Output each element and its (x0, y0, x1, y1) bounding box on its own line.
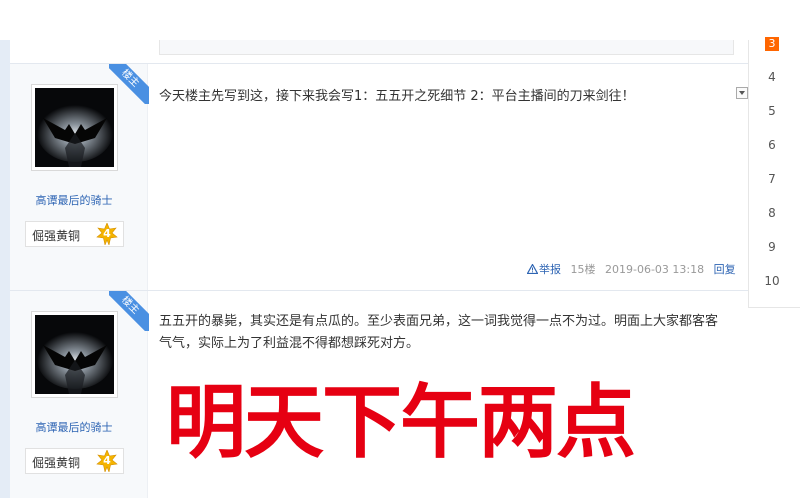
post-content: 今天楼主先写到这，接下来我会写1：五五开之死细节 2：平台主播间的刀来剑往！ (159, 89, 635, 104)
avatar-image (35, 88, 114, 167)
louzhu-ribbon: 楼主 (109, 64, 149, 104)
ribbon-label: 楼主 (109, 291, 149, 331)
post-content: 五五开的暴毙，其实还是有点瓜的。至少表面兄弟，这一词我觉得一点不为过。明面上大家… (159, 314, 719, 351)
louzhu-ribbon: 楼主 (109, 291, 149, 331)
badge-level-number: 4 (103, 227, 111, 240)
ribbon-label: 楼主 (109, 64, 149, 104)
report-label: 举报 (539, 263, 561, 276)
avatar-image (35, 315, 114, 394)
page-link-9[interactable]: 9 (764, 240, 780, 254)
avatar[interactable] (31, 311, 118, 398)
page-link-5[interactable]: 5 (764, 104, 780, 118)
reply-link[interactable]: 回复 (714, 263, 736, 276)
post-date: 2019-06-03 13:18 (605, 263, 705, 276)
prev-post-content-box (159, 40, 734, 55)
badge-level-icon: 4 (96, 222, 118, 247)
username-link[interactable]: 高谭最后的骑士 (10, 192, 138, 208)
user-level-badge[interactable]: 倔强黄铜 4 (25, 221, 124, 247)
badge-name: 倔强黄铜 (32, 229, 81, 243)
badge-name: 倔强黄铜 (32, 456, 81, 470)
post-floor-15: 高谭最后的骑士 倔强黄铜 4 楼主 今天楼主先写到这，接下来我会写1：五五开之死… (10, 64, 748, 291)
overlay-caption: 明天下午两点 (166, 376, 636, 469)
post-menu-dropdown[interactable] (736, 87, 748, 99)
floor-number: 15楼 (570, 263, 596, 276)
avatar[interactable] (31, 84, 118, 171)
user-level-badge[interactable]: 倔强黄铜 4 (25, 448, 124, 474)
page-link-8[interactable]: 8 (764, 206, 780, 220)
left-side-strip (0, 40, 10, 498)
page-link-6[interactable]: 6 (764, 138, 780, 152)
dropdown-arrow-icon (739, 91, 745, 95)
page-navigation: 3 4 5 6 7 8 9 10 (748, 37, 800, 308)
badge-level-number: 4 (103, 454, 111, 467)
top-blank-area (0, 0, 800, 40)
page-link-4[interactable]: 4 (764, 70, 780, 84)
page-link-10[interactable]: 10 (761, 274, 783, 288)
badge-level-icon: 4 (96, 449, 118, 474)
report-warning-icon (526, 263, 539, 275)
post-meta: 举报 15楼 2019-06-03 13:18 回复 (526, 261, 736, 277)
page-link-7[interactable]: 7 (764, 172, 780, 186)
username-link[interactable]: 高谭最后的骑士 (10, 419, 138, 435)
page-current[interactable]: 3 (765, 37, 779, 51)
report-link[interactable]: 举报 (526, 263, 565, 276)
